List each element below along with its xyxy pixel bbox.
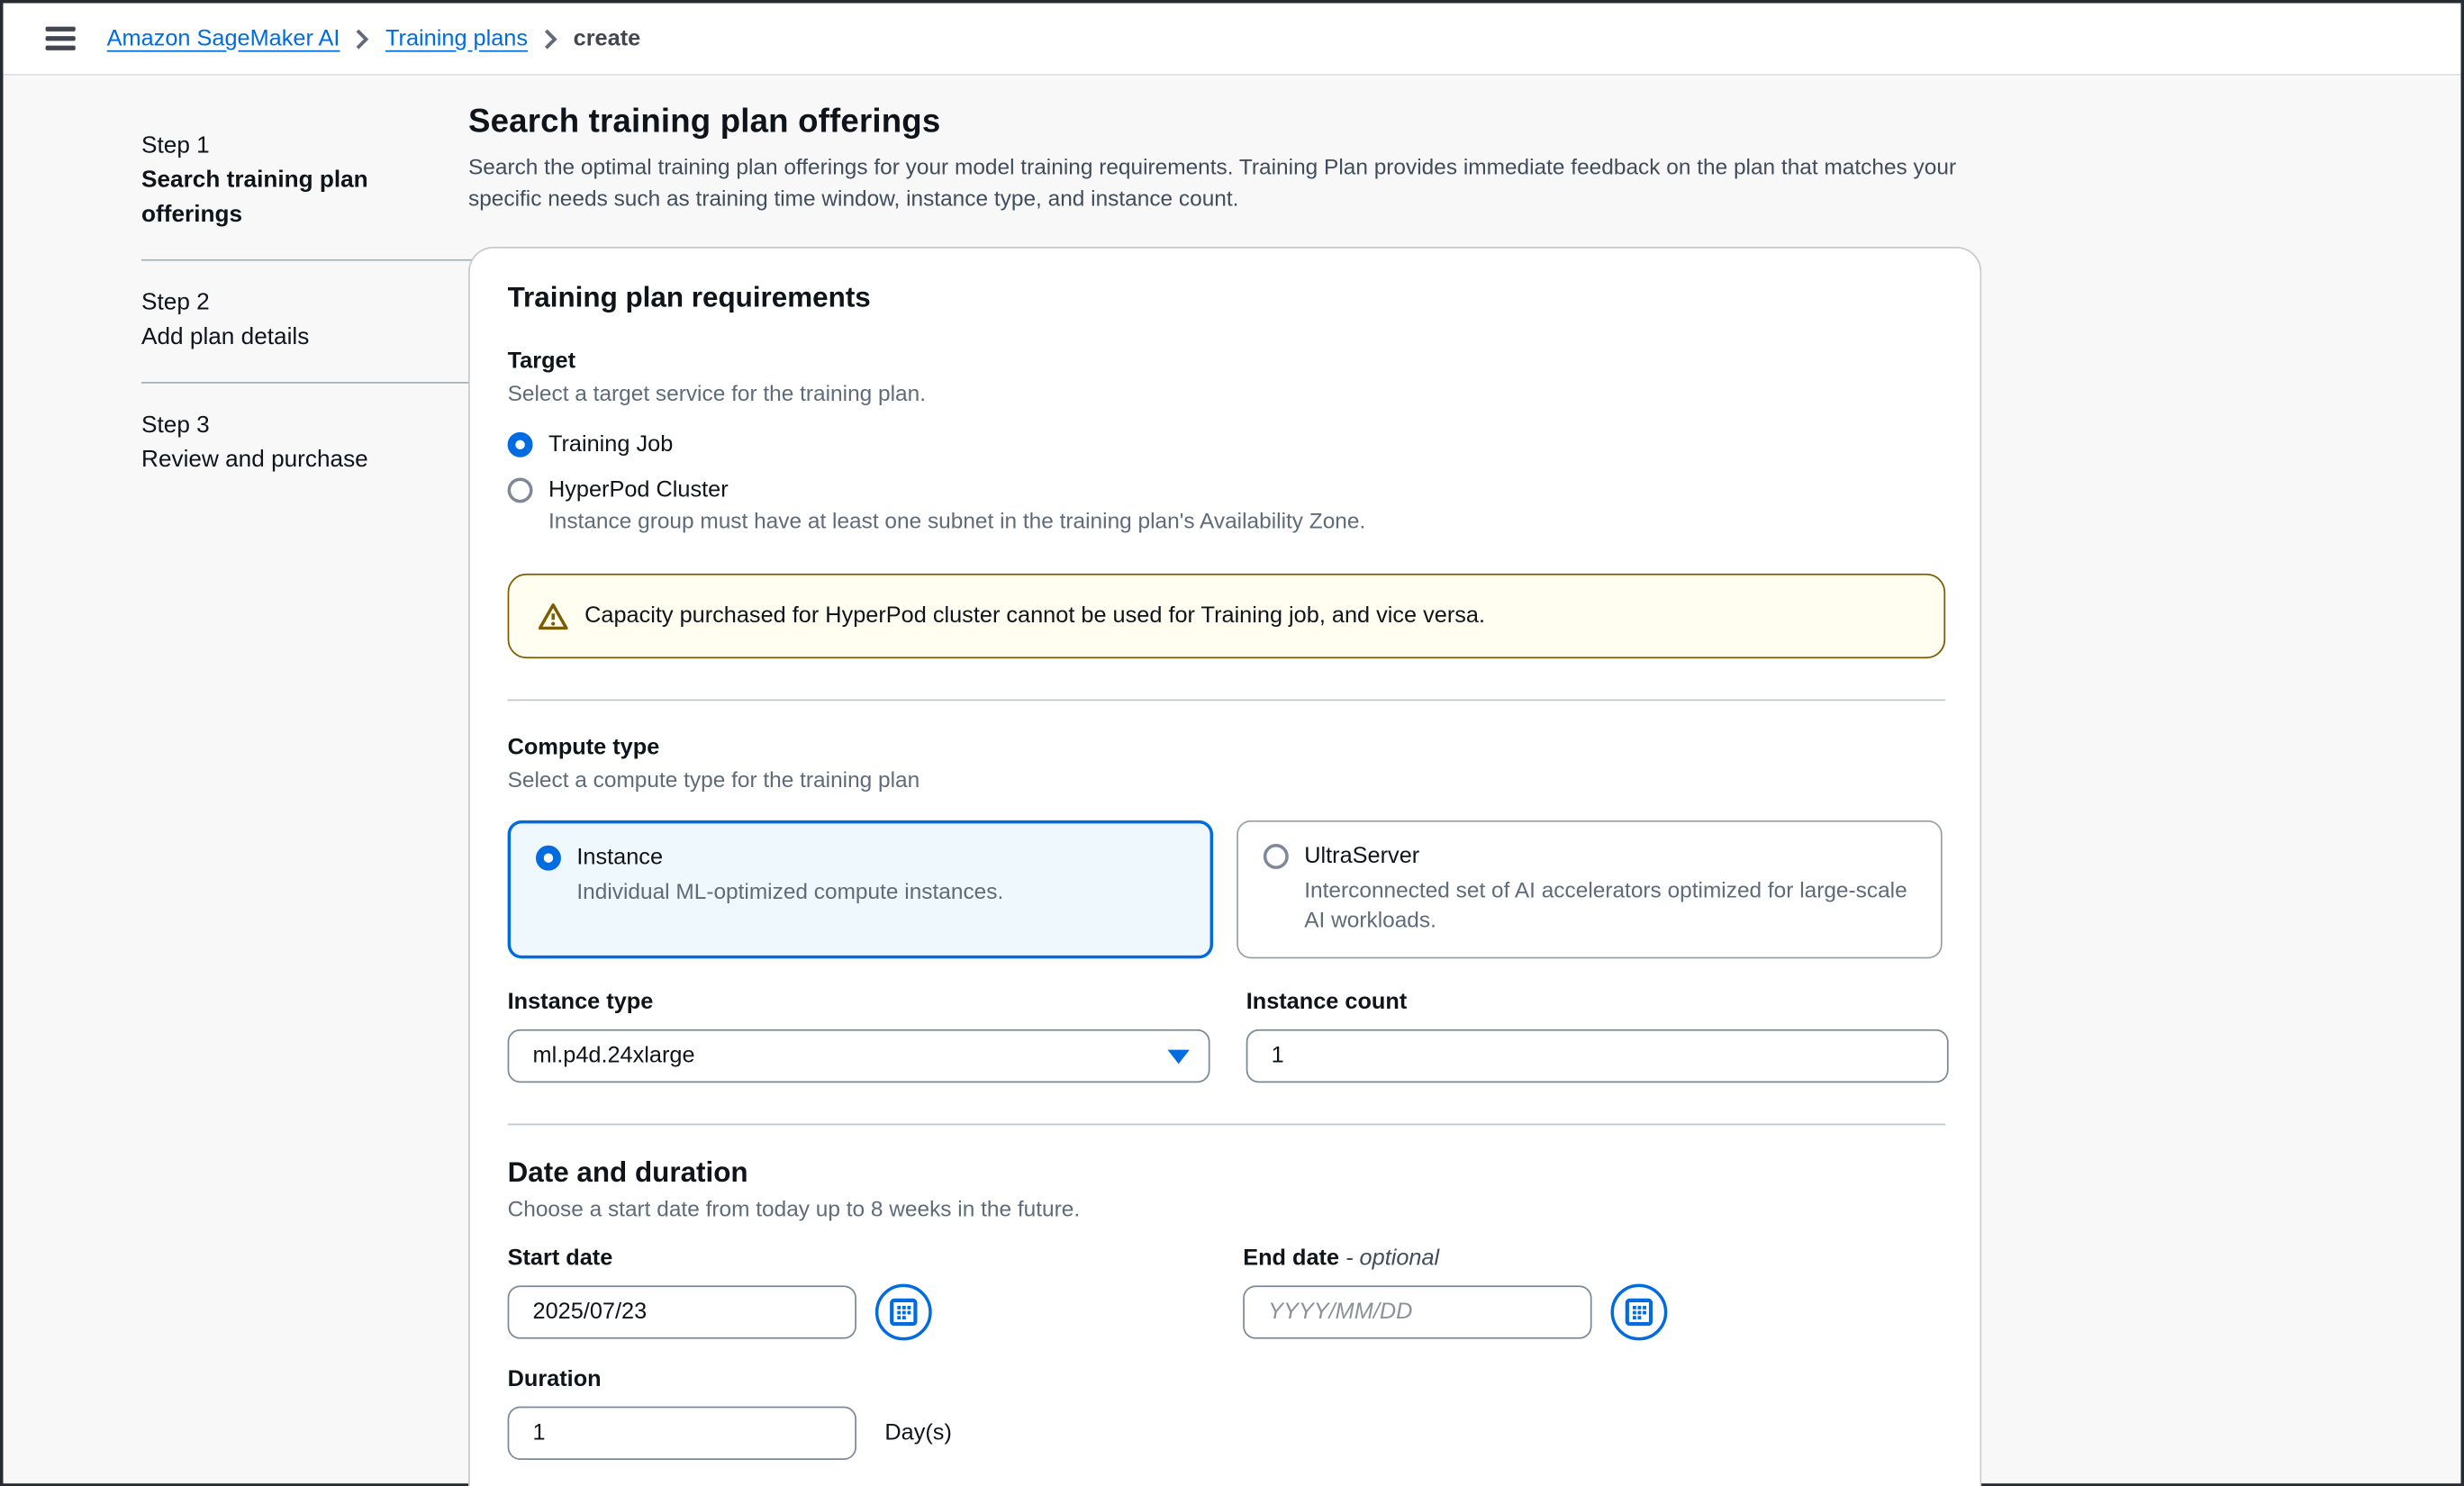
hamburger-menu-icon[interactable] <box>46 27 76 50</box>
breadcrumb-link-sagemaker[interactable]: Amazon SageMaker AI <box>107 26 340 51</box>
target-help: Select a target service for the training… <box>508 380 1943 405</box>
step-number: Step 3 <box>141 409 468 443</box>
calendar-icon <box>890 1298 918 1326</box>
compute-type-help: Select a compute type for the training p… <box>508 767 1943 793</box>
tile-description: Individual ML-optimized compute instance… <box>576 877 1184 907</box>
step-divider <box>141 382 500 384</box>
instance-count-input[interactable] <box>1246 1029 1949 1083</box>
instance-type-value: ml.p4d.24xlarge <box>533 1044 695 1069</box>
tile-description: Interconnected set of AI accelerators op… <box>1304 875 1916 935</box>
radio-selected-icon[interactable] <box>536 846 561 871</box>
warning-text: Capacity purchased for HyperPod cluster … <box>584 603 1485 629</box>
chevron-right-icon <box>543 28 557 50</box>
start-date-calendar-button[interactable] <box>875 1284 932 1341</box>
duration-unit-label: Day(s) <box>884 1420 952 1445</box>
radio-unselected-icon[interactable] <box>508 477 533 503</box>
tile-instance[interactable]: Instance Individual ML-optimized compute… <box>508 820 1213 959</box>
top-bar: Amazon SageMaker AI Training plans creat… <box>3 3 2460 75</box>
steps-nav: Step 1 Search training plan offerings St… <box>3 76 467 1486</box>
step-item-1[interactable]: Step 1 Search training plan offerings <box>141 129 468 232</box>
calendar-icon <box>1625 1298 1653 1326</box>
target-label: Target <box>508 349 1943 374</box>
step-number: Step 2 <box>141 286 468 321</box>
tile-title: UltraServer <box>1304 844 1419 869</box>
duration-label: Duration <box>508 1367 1943 1392</box>
step-number: Step 1 <box>141 129 468 163</box>
section-divider <box>508 699 1946 701</box>
radio-selected-icon[interactable] <box>508 432 533 458</box>
radio-label: HyperPod Cluster <box>548 477 729 503</box>
warning-triangle-icon <box>538 601 569 630</box>
start-date-label: Start date <box>508 1246 1207 1272</box>
app-window: Amazon SageMaker AI Training plans creat… <box>0 0 2464 1486</box>
date-duration-help: Choose a start date from today up to 8 w… <box>508 1196 1943 1221</box>
card-title: Training plan requirements <box>508 281 1943 314</box>
tile-title: Instance <box>576 846 663 871</box>
step-item-3[interactable]: Step 3 Review and purchase <box>141 409 468 478</box>
breadcrumb: Amazon SageMaker AI Training plans creat… <box>107 26 641 51</box>
section-divider <box>508 1124 1946 1126</box>
step-title: Search training plan offerings <box>141 163 468 232</box>
chevron-right-icon <box>356 28 370 50</box>
warning-alert: Capacity purchased for HyperPod cluster … <box>508 574 1946 658</box>
step-title: Add plan details <box>141 321 468 355</box>
compute-type-label: Compute type <box>508 736 1943 761</box>
end-date-label: End date - optional <box>1243 1246 1942 1272</box>
training-plan-requirements-card: Training plan requirements Target Select… <box>468 247 1981 1486</box>
hyperpod-radio-help: Instance group must have at least one su… <box>548 508 1943 533</box>
radio-hyperpod-cluster[interactable]: HyperPod Cluster <box>508 477 1943 503</box>
page-description: Search the optimal training plan offerin… <box>468 151 1958 214</box>
step-item-2[interactable]: Step 2 Add plan details <box>141 286 468 356</box>
instance-count-label: Instance count <box>1246 990 1949 1015</box>
radio-label: Training Job <box>548 432 673 458</box>
step-divider <box>141 259 500 261</box>
breadcrumb-current: create <box>574 26 641 51</box>
breadcrumb-link-training-plans[interactable]: Training plans <box>385 26 528 51</box>
duration-input[interactable] <box>508 1407 856 1460</box>
date-duration-title: Date and duration <box>508 1156 1943 1190</box>
instance-type-select[interactable]: ml.p4d.24xlarge <box>508 1029 1210 1083</box>
radio-unselected-icon[interactable] <box>1264 844 1289 869</box>
chevron-down-icon <box>1167 1049 1189 1064</box>
step-title: Review and purchase <box>141 443 468 477</box>
end-date-calendar-button[interactable] <box>1611 1284 1668 1341</box>
page-title: Search training plan offerings <box>468 104 2461 141</box>
tile-ultraserver[interactable]: UltraServer Interconnected set of AI acc… <box>1237 820 1942 959</box>
optional-suffix: - optional <box>1345 1246 1439 1272</box>
radio-training-job[interactable]: Training Job <box>508 432 1943 458</box>
start-date-input[interactable] <box>508 1285 856 1338</box>
end-date-input[interactable] <box>1243 1285 1591 1338</box>
instance-type-label: Instance type <box>508 990 1210 1015</box>
